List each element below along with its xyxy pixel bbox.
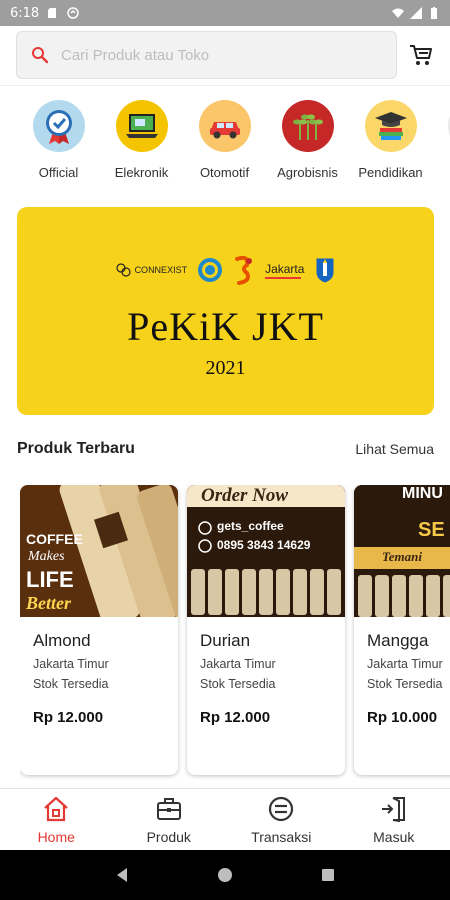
wifi-icon xyxy=(392,8,404,18)
nav-label: Masuk xyxy=(373,829,415,845)
img-text-minu: MINU xyxy=(402,485,443,502)
category-more[interactable] xyxy=(432,100,450,195)
img-text-phone: 0895 3843 14629 xyxy=(217,538,311,552)
product-card[interactable]: MINU SE Temani Mangga Jakarta Timur Stok… xyxy=(354,485,450,775)
home-icon xyxy=(44,796,68,822)
product-location: Jakarta Timur xyxy=(367,657,443,671)
system-nav-bar xyxy=(0,850,450,900)
product-price: Rp 12.000 xyxy=(200,709,271,726)
promo-banner[interactable]: CONNEXIST Jakarta PeKiK JKT 2021 xyxy=(17,207,434,415)
back-icon[interactable] xyxy=(113,866,131,884)
img-text-temani: Temani xyxy=(382,549,422,564)
img-text-better: Better xyxy=(26,593,71,613)
mascot-logo-icon xyxy=(235,255,253,285)
see-all-link[interactable]: Lihat Semua xyxy=(355,441,434,457)
product-name: Mangga xyxy=(367,631,429,650)
category-elektronik[interactable]: Elekronik xyxy=(100,100,183,195)
product-stock: Stok Tersedia xyxy=(33,677,109,691)
category-label: Elekronik xyxy=(114,165,169,180)
bottom-nav: Home Produk Transaksi Masuk xyxy=(0,788,450,850)
product-price: Rp 10.000 xyxy=(367,709,438,726)
signal-icon xyxy=(410,7,422,19)
img-text-order-now: Order Now xyxy=(201,485,289,506)
category-label: Official xyxy=(38,165,79,180)
nav-label: Home xyxy=(37,829,75,845)
sd-card-icon xyxy=(48,8,57,18)
img-text-coffee: COFFEE xyxy=(26,531,83,547)
product-name: Durian xyxy=(200,631,251,650)
img-text-makes: Makes xyxy=(28,549,65,564)
graduation-cap-icon xyxy=(364,100,417,152)
search-header xyxy=(0,26,450,86)
home-button-icon[interactable] xyxy=(216,866,234,884)
recents-icon[interactable] xyxy=(319,866,337,884)
laptop-icon xyxy=(115,100,168,152)
product-location: Jakarta Timur xyxy=(200,657,276,671)
status-bar: 6:18 xyxy=(0,0,450,26)
status-time: 6:18 xyxy=(10,5,40,21)
product-image: Order Now gets_coffee 0895 3843 14629 xyxy=(187,485,345,617)
nav-produk[interactable]: Produk xyxy=(113,789,226,850)
new-products-header: Produk Terbaru Lihat Semua xyxy=(17,440,434,458)
category-label: Pendidikan xyxy=(358,165,423,180)
category-pendidikan[interactable]: Pendidikan xyxy=(349,100,432,195)
sprout-icon xyxy=(281,100,334,152)
battery-icon xyxy=(431,7,437,19)
dki-shield-icon xyxy=(315,257,335,284)
banner-title: PeKiK JKT xyxy=(127,304,324,349)
banner-logos: CONNEXIST Jakarta xyxy=(17,255,434,285)
briefcase-icon xyxy=(156,798,181,820)
nav-label: Transaksi xyxy=(251,829,312,845)
connexist-logo: CONNEXIST xyxy=(115,261,187,279)
category-agrobisnis[interactable]: Agrobisnis xyxy=(266,100,349,195)
login-icon xyxy=(381,797,405,823)
img-text-life: LIFE xyxy=(26,567,74,592)
jakarta-logo: Jakarta xyxy=(265,262,304,279)
product-card[interactable]: Order Now gets_coffee 0895 3843 14629 Du… xyxy=(187,485,345,775)
banner-year: 2021 xyxy=(205,357,246,379)
product-stock: Stok Tersedia xyxy=(367,677,443,691)
product-price: Rp 12.000 xyxy=(33,709,104,726)
search-input[interactable] xyxy=(61,46,361,64)
category-list: Official Elekronik Otomotif Agrobisnis P… xyxy=(0,100,450,195)
search-box[interactable] xyxy=(16,31,397,79)
product-location: Jakarta Timur xyxy=(33,657,109,671)
cart-icon[interactable] xyxy=(408,42,434,68)
university-seal-icon xyxy=(198,258,223,282)
product-stock: Stok Tersedia xyxy=(200,677,276,691)
category-otomotif[interactable]: Otomotif xyxy=(183,100,266,195)
nav-masuk[interactable]: Masuk xyxy=(338,789,450,850)
img-text-instagram: gets_coffee xyxy=(217,519,284,533)
category-label: Otomotif xyxy=(199,165,250,180)
product-name: Almond xyxy=(33,631,91,650)
product-list: COFFEE Makes LIFE Better Almond Jakarta … xyxy=(20,485,450,780)
img-text-se: SE xyxy=(418,519,445,541)
nav-home[interactable]: Home xyxy=(0,789,113,850)
product-image: COFFEE Makes LIFE Better xyxy=(20,485,178,617)
official-badge-icon xyxy=(32,100,85,152)
search-icon xyxy=(32,47,49,64)
section-title: Produk Terbaru xyxy=(17,440,135,457)
category-official[interactable]: Official xyxy=(17,100,100,195)
category-label: Agrobisnis xyxy=(277,165,338,180)
nav-transaksi[interactable]: Transaksi xyxy=(225,789,338,850)
sync-icon xyxy=(67,7,79,19)
nav-label: Produk xyxy=(146,829,191,845)
product-image: MINU SE Temani xyxy=(354,485,450,617)
product-card[interactable]: COFFEE Makes LIFE Better Almond Jakarta … xyxy=(20,485,178,775)
car-icon xyxy=(198,100,251,152)
equals-circle-icon xyxy=(269,796,294,822)
